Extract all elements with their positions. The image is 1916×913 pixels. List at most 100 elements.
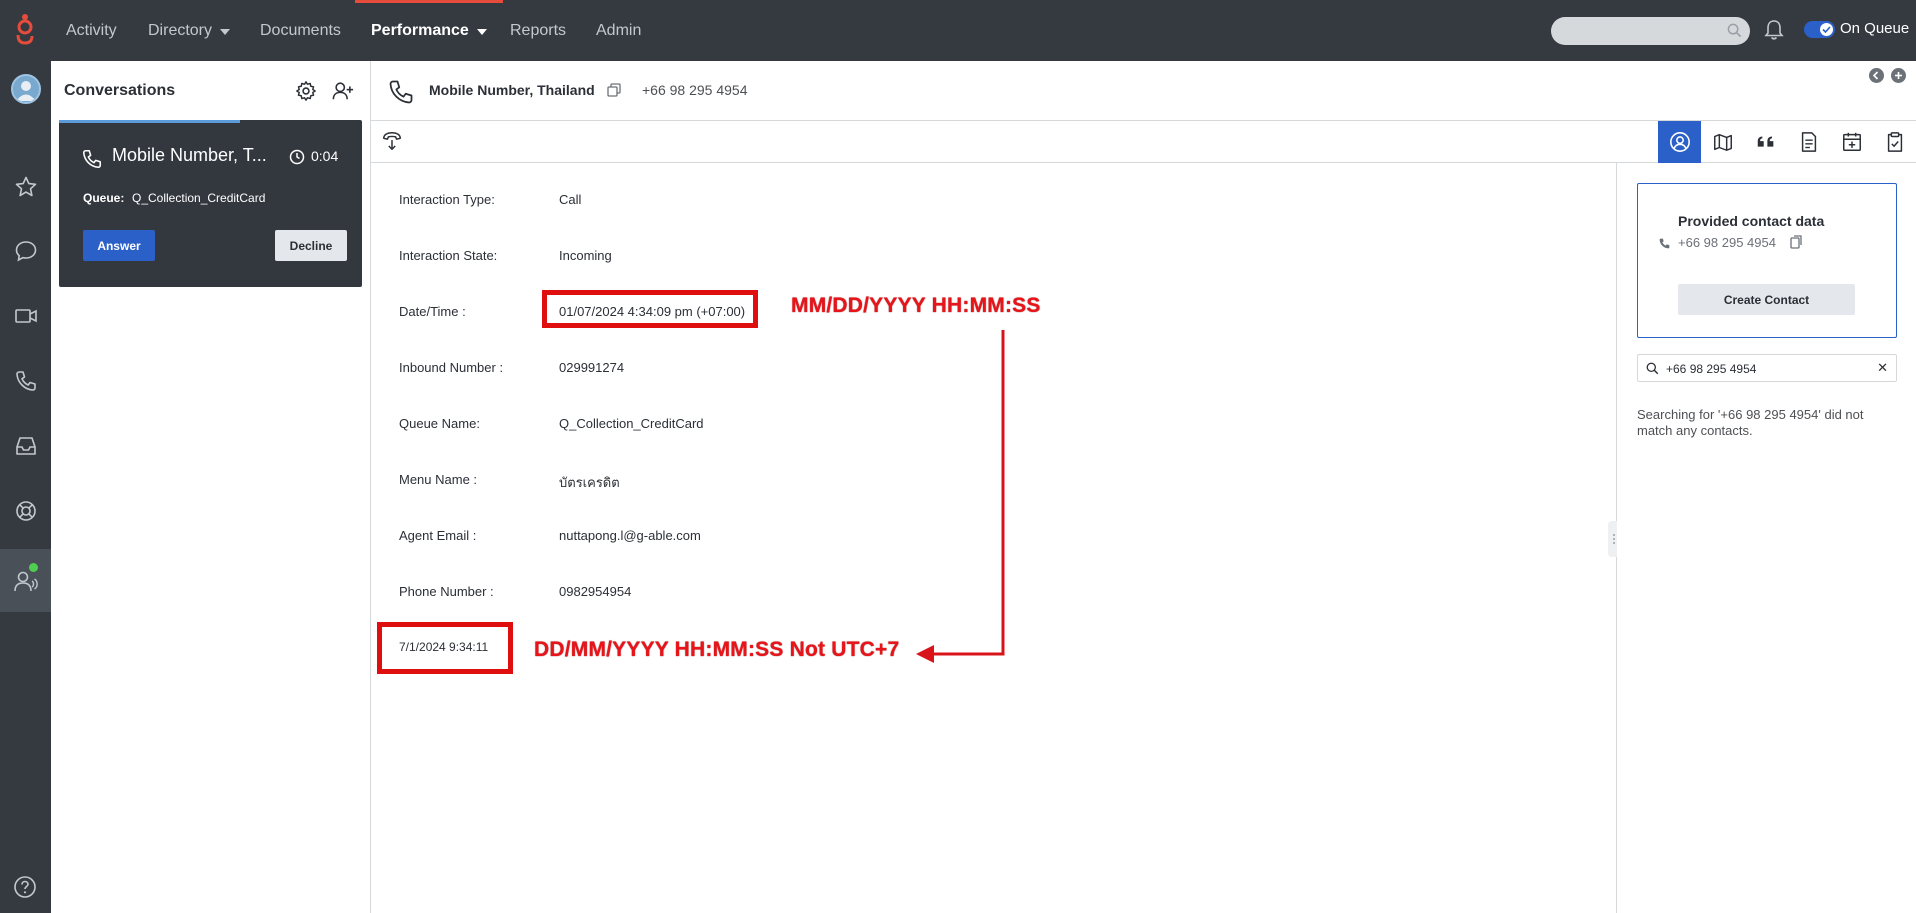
nav-reports[interactable]: Reports xyxy=(510,0,566,61)
search-icon xyxy=(1646,362,1659,375)
copy-to-clipboard-icon[interactable] xyxy=(1790,235,1802,249)
video-icon xyxy=(14,304,38,328)
contact-panel: Provided contact data +66 98 295 4954 Cr… xyxy=(1617,163,1916,913)
nav-directory-label: Directory xyxy=(148,21,213,39)
genesys-logo-icon[interactable] xyxy=(13,13,37,47)
detail-value: บัตรเครดิต xyxy=(559,475,620,490)
nav-documents[interactable]: Documents xyxy=(260,0,341,61)
detail-label: Queue Name: xyxy=(399,416,480,431)
document-icon xyxy=(1798,131,1820,153)
detail-label: Agent Email : xyxy=(399,528,477,543)
search-icon xyxy=(1727,23,1742,38)
contact-number: +66 98 295 4954 xyxy=(1678,235,1776,250)
video-button[interactable] xyxy=(0,288,51,344)
inbox-icon xyxy=(14,434,38,458)
global-search-input[interactable] xyxy=(1551,17,1750,45)
detail-label: Interaction State: xyxy=(399,248,498,263)
provided-contact-card: Provided contact data +66 98 295 4954 Cr… xyxy=(1637,183,1897,338)
favorites-button[interactable] xyxy=(0,159,51,215)
avatar xyxy=(10,74,41,104)
left-rail xyxy=(0,61,51,913)
presence-indicator xyxy=(29,563,38,572)
incoming-call-card[interactable]: Mobile Number, T... 0:04 Queue: Q_Collec… xyxy=(59,120,362,287)
inbox-button[interactable] xyxy=(0,418,51,474)
chat-button[interactable] xyxy=(0,223,51,279)
close-icon[interactable]: ✕ xyxy=(1877,360,1888,376)
interaction-number: +66 98 295 4954 xyxy=(642,82,748,98)
chat-icon xyxy=(14,239,38,263)
detail-value: Q_Collection_CreditCard xyxy=(559,416,704,431)
lifebuoy-icon xyxy=(14,499,38,523)
detail-label: Menu Name : xyxy=(399,472,478,487)
profile-avatar[interactable] xyxy=(0,61,51,117)
tab-scripts[interactable] xyxy=(1744,121,1787,163)
contact-card-title: Provided contact data xyxy=(1678,213,1825,229)
nav-admin-label: Admin xyxy=(596,21,642,39)
nav-admin[interactable]: Admin xyxy=(596,0,641,61)
queue-label: Queue: xyxy=(83,191,125,205)
nav-performance[interactable]: Performance xyxy=(355,0,503,61)
tab-schedule[interactable] xyxy=(1830,121,1873,163)
detail-label: Inbound Number : xyxy=(399,360,504,375)
answer-button[interactable]: Answer xyxy=(83,230,155,261)
search-value: +66 98 295 4954 xyxy=(1666,362,1757,376)
clipboard-check-icon xyxy=(1884,131,1906,153)
detail-value: Incoming xyxy=(559,248,612,263)
nav-documents-label: Documents xyxy=(260,21,341,39)
gear-icon[interactable] xyxy=(295,80,317,102)
interaction-toolbar xyxy=(371,121,1916,163)
tab-notes[interactable] xyxy=(1787,121,1830,163)
chevron-down-icon xyxy=(476,29,487,35)
annotation-format-top: MM/DD/YYYY HH:MM:SS xyxy=(791,294,1041,317)
quote-icon xyxy=(1755,131,1777,153)
annotation-format-bottom: DD/MM/YYYY HH:MM:SS Not UTC+7 xyxy=(534,638,900,661)
conversations-panel: Conversations Mobile Number, T... 0:04 Q… xyxy=(51,61,371,913)
detail-label: Phone Number : xyxy=(399,584,494,599)
nav-performance-label: Performance xyxy=(371,21,469,39)
star-icon xyxy=(14,175,38,199)
add-icon[interactable] xyxy=(1891,68,1906,83)
tab-journey[interactable] xyxy=(1701,121,1744,163)
user-circle-icon xyxy=(1669,131,1691,153)
nav-activity-label: Activity xyxy=(66,21,117,39)
contact-search-input[interactable]: +66 98 295 4954 ✕ xyxy=(1637,354,1897,382)
queue-value: Q_Collection_CreditCard xyxy=(132,191,266,205)
check-icon xyxy=(1820,23,1833,36)
add-user-icon[interactable] xyxy=(332,80,354,102)
help-icon xyxy=(13,875,37,899)
chevron-down-icon xyxy=(220,29,231,35)
top-navigation-bar: Activity Directory Documents Performance… xyxy=(0,0,1916,61)
support-button[interactable] xyxy=(0,483,51,539)
elapsed-time: 0:04 xyxy=(311,148,339,164)
transfer-icon[interactable] xyxy=(381,130,403,152)
bell-icon[interactable] xyxy=(1764,19,1784,41)
map-icon xyxy=(1712,131,1734,153)
phone-icon xyxy=(81,148,103,170)
on-queue-toggle[interactable] xyxy=(1804,21,1835,38)
interaction-details: Interaction Type: Call Interaction State… xyxy=(371,163,1617,913)
copy-icon[interactable] xyxy=(607,83,621,97)
tab-wrapup[interactable] xyxy=(1873,121,1916,163)
annotation-box-raw-date xyxy=(377,622,513,674)
caller-name: Mobile Number, T... xyxy=(112,145,267,165)
help-button[interactable] xyxy=(13,875,37,899)
nav-activity[interactable]: Activity xyxy=(66,0,117,61)
interaction-header: Mobile Number, Thailand +66 98 295 4954 xyxy=(371,61,1916,121)
phone-icon xyxy=(1658,237,1671,250)
detail-label: Interaction Type: xyxy=(399,192,495,207)
detail-value: 029991274 xyxy=(559,360,625,375)
agent-workspace-button[interactable] xyxy=(0,549,51,612)
tab-contact[interactable] xyxy=(1658,121,1701,163)
annotation-box-datetime xyxy=(542,290,758,328)
clock-icon xyxy=(289,149,305,165)
nav-directory[interactable]: Directory xyxy=(148,0,231,61)
phone-button[interactable] xyxy=(0,353,51,409)
phone-icon xyxy=(387,78,415,106)
conversations-title: Conversations xyxy=(64,82,176,99)
detail-value: Call xyxy=(559,192,582,207)
chevron-left-icon[interactable] xyxy=(1869,68,1884,83)
status-label: On Queue xyxy=(1840,20,1910,37)
decline-button[interactable]: Decline xyxy=(275,230,347,261)
create-contact-button[interactable]: Create Contact xyxy=(1678,284,1855,315)
calendar-add-icon xyxy=(1841,131,1863,153)
